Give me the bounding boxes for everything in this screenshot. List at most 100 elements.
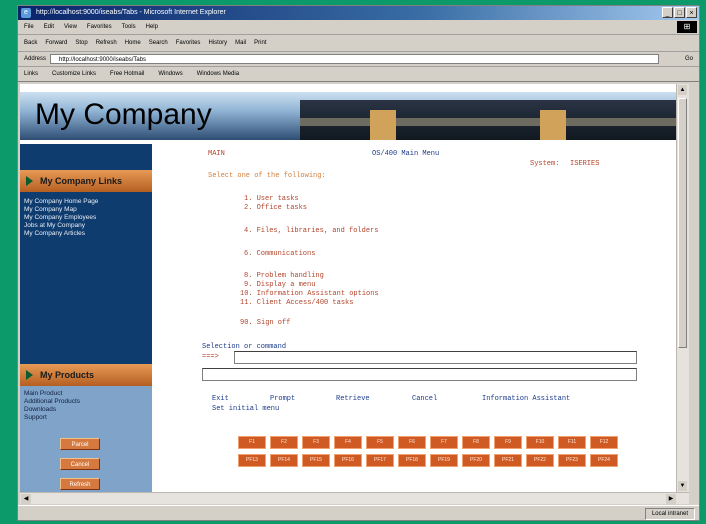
fkey-button[interactable]: F2 [270,436,298,449]
menu-option[interactable]: 4. Files, libraries, and folders [244,227,378,235]
fkey-button[interactable]: PF18 [398,454,426,467]
menu-file[interactable]: File [24,20,34,34]
scroll-down-icon[interactable]: ▼ [678,481,687,491]
menu-option[interactable]: 11. Client Access/400 tasks [240,299,353,307]
cancel-button[interactable]: Cancel [60,458,100,470]
sidebar-products-list: Main Product Additional Products Downloa… [24,390,80,422]
fkey-button[interactable]: PF15 [302,454,330,467]
address-input[interactable]: http://localhost:9000/iseabs/Tabs [50,54,659,64]
minimize-button[interactable]: _ [662,7,673,18]
arrow-right-icon [26,176,33,186]
fkey-button[interactable]: F3 [302,436,330,449]
function-keys-row-1: F1 F2 F3 F4 F5 F6 F7 F8 F9 F10 F11 F12 [238,436,618,449]
history-button[interactable]: History [208,35,227,51]
sidebar-links-list: My Company Home Page My Company Map My C… [24,198,98,238]
go-button[interactable]: Go [685,52,693,66]
horizontal-scrollbar[interactable]: ◀ ▶ [20,492,689,504]
action-set-initial-menu[interactable]: Set initial menu [212,405,279,413]
menu-edit[interactable]: Edit [44,20,54,34]
search-button[interactable]: Search [149,35,168,51]
sidebar-link-support[interactable]: Support [24,414,80,422]
toolbar: Back Forward Stop Refresh Home Search Fa… [18,35,699,52]
link-windows[interactable]: Windows [158,67,182,81]
menu-tools[interactable]: Tools [122,20,136,34]
browser-window: e http://localhost:9000/iseabs/Tabs - Mi… [17,5,700,521]
command-input[interactable] [234,351,637,364]
menu-option[interactable]: 1. User tasks [244,195,299,203]
fkey-button[interactable]: F8 [462,436,490,449]
sidebar-link-jobs[interactable]: Jobs at My Company [24,222,98,230]
action-exit[interactable]: Exit [212,395,229,403]
scroll-right-icon[interactable]: ▶ [666,494,676,504]
sidebar-section-title: My Products [40,370,95,380]
fkey-button[interactable]: F9 [494,436,522,449]
menu-view[interactable]: View [64,20,77,34]
scroll-up-icon[interactable]: ▲ [678,85,687,95]
fkey-button[interactable]: PF14 [270,454,298,467]
site-title: My Company [35,98,212,131]
menu-option[interactable]: 8. Problem handling [244,272,324,280]
sidebar-link-main-product[interactable]: Main Product [24,390,80,398]
stop-button[interactable]: Stop [75,35,87,51]
home-button[interactable]: Home [125,35,141,51]
action-information-assistant[interactable]: Information Assistant [482,395,570,403]
mail-button[interactable]: Mail [235,35,246,51]
refresh-button[interactable]: Refresh [96,35,117,51]
page-viewport: My Company My Company Links My Company H… [20,84,689,504]
menu-option[interactable]: 90. Sign off [240,319,290,327]
sidebar-link-additional-products[interactable]: Additional Products [24,398,80,406]
link-hotmail[interactable]: Free Hotmail [110,67,144,81]
fkey-button[interactable]: PF16 [334,454,362,467]
back-button[interactable]: Back [24,35,37,51]
close-button[interactable]: × [686,7,697,18]
sidebar-section-products-header: My Products [20,364,152,386]
ie-icon: e [21,8,31,18]
favorites-button[interactable]: Favorites [176,35,201,51]
system-label: System: [530,160,560,168]
fkey-button[interactable]: PF23 [558,454,586,467]
fkey-button[interactable]: F5 [366,436,394,449]
fkey-button[interactable]: F7 [430,436,458,449]
fkey-button[interactable]: F12 [590,436,618,449]
sidebar-link-articles[interactable]: My Company Articles [24,230,98,238]
link-windows-media[interactable]: Windows Media [197,67,239,81]
fkey-button[interactable]: PF19 [430,454,458,467]
menu-favorites[interactable]: Favorites [87,20,112,34]
action-prompt[interactable]: Prompt [270,395,295,403]
maximize-button[interactable]: □ [674,7,685,18]
menu-help[interactable]: Help [146,20,158,34]
menu-option[interactable]: 9. Display a menu [244,281,315,289]
menu-option[interactable]: 10. Information Assistant options [240,290,379,298]
vertical-scrollbar[interactable]: ▲ ▼ [676,84,689,492]
parcel-button[interactable]: Parcel [60,438,100,450]
fkey-button[interactable]: F11 [558,436,586,449]
fkey-button[interactable]: F10 [526,436,554,449]
action-cancel[interactable]: Cancel [412,395,437,403]
fkey-button[interactable]: PF24 [590,454,618,467]
menu-option[interactable]: 2. Office tasks [244,204,307,212]
fkey-button[interactable]: PF21 [494,454,522,467]
scroll-left-icon[interactable]: ◀ [21,494,31,504]
fkey-button[interactable]: PF20 [462,454,490,467]
sidebar-link-home[interactable]: My Company Home Page [24,198,98,206]
sidebar-link-employees[interactable]: My Company Employees [24,214,98,222]
action-retrieve[interactable]: Retrieve [336,395,370,403]
fkey-button[interactable]: F4 [334,436,362,449]
print-button[interactable]: Print [254,35,266,51]
address-bar: Address http://localhost:9000/iseabs/Tab… [18,52,699,67]
forward-button[interactable]: Forward [45,35,67,51]
sidebar-link-map[interactable]: My Company Map [24,206,98,214]
command-input-continued[interactable] [202,368,637,381]
fkey-button[interactable]: PF13 [238,454,266,467]
refresh-button[interactable]: Refresh [60,478,100,490]
fkey-button[interactable]: F6 [398,436,426,449]
command-prompt: ===> [202,353,219,361]
link-customize[interactable]: Customize Links [52,67,96,81]
sidebar-link-downloads[interactable]: Downloads [24,406,80,414]
menu-option[interactable]: 6. Communications [244,250,315,258]
scroll-thumb[interactable] [678,98,687,348]
fkey-button[interactable]: PF17 [366,454,394,467]
fkey-button[interactable]: PF22 [526,454,554,467]
screen-id: MAIN [208,150,225,158]
fkey-button[interactable]: F1 [238,436,266,449]
